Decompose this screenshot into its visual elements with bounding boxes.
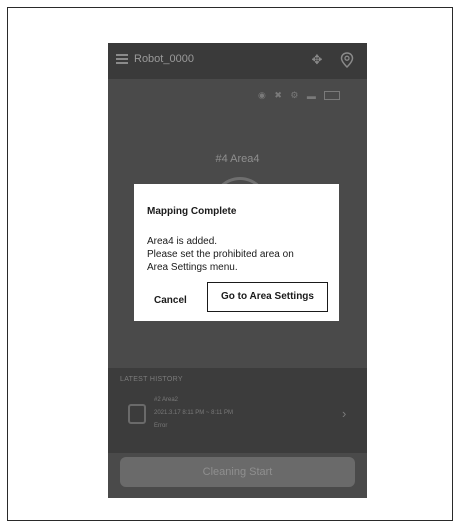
status-icons: ◉ ✖ ⚙ ▬ — [258, 87, 344, 101]
dialog-message: Area4 is added. Please set the prohibite… — [147, 235, 332, 274]
cancel-button[interactable]: Cancel — [154, 295, 187, 306]
wifi-icon: ◉ — [258, 90, 266, 101]
top-bar: Robot_0000 ✥ — [108, 43, 367, 79]
settings-icon: ⚙ — [290, 90, 299, 101]
latest-history-panel: LATEST HISTORY #2 Area2 2021.3.17 8:11 P… — [108, 368, 367, 453]
dialog-message-line: Area Settings menu. — [147, 262, 238, 273]
cleaning-start-button[interactable]: Cleaning Start — [120, 457, 355, 487]
history-area: #2 Area2 — [154, 397, 179, 403]
robot-name: Robot_0000 — [134, 53, 194, 65]
error-icon: ✖ — [274, 90, 282, 101]
dialog-message-line: Area4 is added. — [147, 236, 218, 247]
history-robot-icon — [128, 404, 146, 424]
go-to-area-settings-button[interactable]: Go to Area Settings — [207, 282, 328, 312]
area-title: #4 Area4 — [215, 153, 260, 165]
menu-icon[interactable] — [116, 54, 128, 64]
battery-icon — [324, 91, 341, 101]
history-time: 2021.3.17 8:11 PM ~ 8:11 PM — [154, 410, 233, 416]
move-icon[interactable]: ✥ — [310, 53, 324, 67]
history-item[interactable]: #2 Area2 2021.3.17 8:11 PM ~ 8:11 PM Err… — [108, 392, 367, 442]
history-header: LATEST HISTORY — [120, 376, 183, 383]
location-pin-icon[interactable] — [340, 52, 354, 68]
chevron-right-icon[interactable]: › — [342, 406, 346, 421]
history-status: Error — [154, 423, 168, 429]
dialog-title: Mapping Complete — [147, 206, 237, 217]
dialog-message-line: Please set the prohibited area on — [147, 249, 294, 260]
mapping-complete-dialog: Mapping Complete Area4 is added. Please … — [134, 184, 339, 321]
signal-icon: ▬ — [306, 90, 316, 101]
